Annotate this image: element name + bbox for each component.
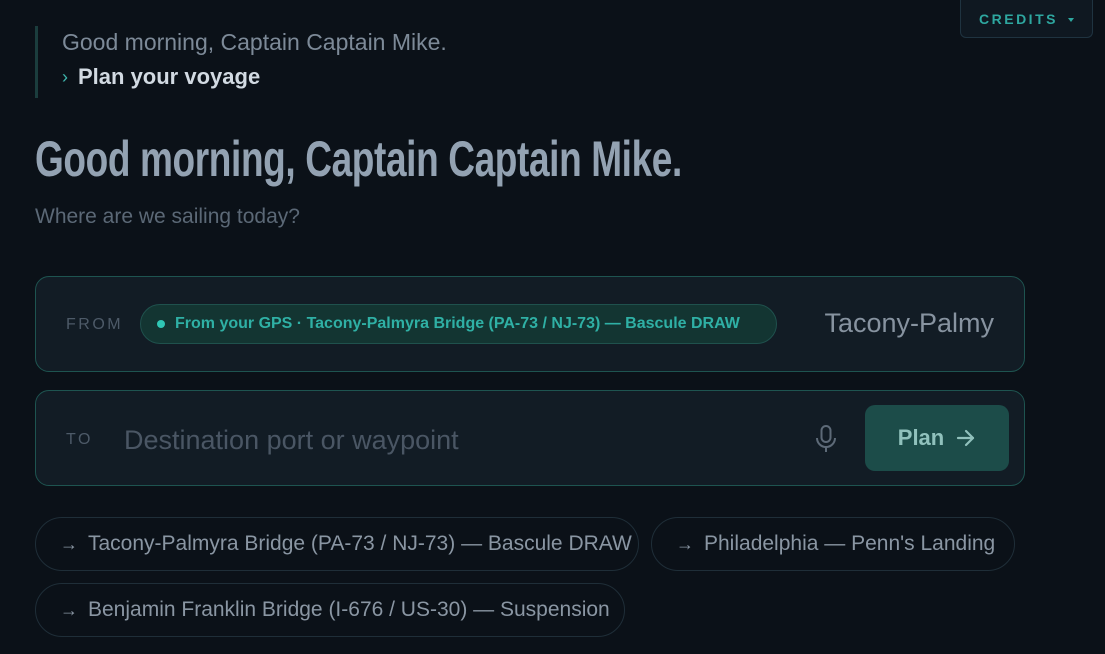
breadcrumb-current-label: Plan your voyage — [78, 64, 261, 89]
credits-label: CREDITS — [979, 10, 1058, 27]
arrow-right-icon: → — [676, 533, 694, 554]
breadcrumb-greeting: Good morning, Captain Captain Mike. — [62, 29, 447, 55]
to-field: TO Plan — [35, 390, 1025, 486]
arrow-right-icon: → — [60, 533, 78, 554]
gps-location-chip[interactable]: From your GPS · Tacony-Palmyra Bridge (P… — [140, 304, 777, 344]
to-label: TO — [66, 431, 93, 448]
destination-input[interactable] — [122, 417, 786, 463]
breadcrumb-current: › Plan your voyage — [62, 64, 447, 90]
from-value: Tacony-Palmy — [824, 308, 994, 338]
arrow-right-icon: → — [60, 599, 78, 620]
gps-chip-label: From your GPS · Tacony-Palmyra Bridge (P… — [175, 315, 740, 332]
page-subtitle: Where are we sailing today? — [35, 205, 300, 228]
microphone-icon[interactable] — [813, 424, 839, 454]
gps-dot-icon — [157, 320, 165, 328]
chevron-right-icon: › — [62, 66, 68, 87]
plan-button[interactable]: Plan — [865, 405, 1009, 471]
suggestion-chip[interactable]: → Benjamin Franklin Bridge (I-676 / US-3… — [35, 583, 625, 637]
page-title: Good morning, Captain Captain Mike. — [35, 131, 682, 187]
suggestion-chip[interactable]: → Tacony-Palmyra Bridge (PA-73 / NJ-73) … — [35, 517, 639, 571]
from-field[interactable]: FROM From your GPS · Tacony-Palmyra Brid… — [35, 276, 1025, 372]
suggestion-label: Philadelphia — Penn's Landing — [704, 532, 996, 555]
caret-down-icon — [1067, 17, 1074, 22]
suggestion-label: Benjamin Franklin Bridge (I-676 / US-30)… — [88, 598, 610, 621]
credits-dropdown[interactable]: CREDITS — [960, 0, 1093, 38]
plan-button-label: Plan — [897, 425, 945, 450]
suggestion-chip[interactable]: → Philadelphia — Penn's Landing — [651, 517, 1015, 571]
from-label: FROM — [66, 316, 124, 333]
suggestion-label: Tacony-Palmyra Bridge (PA-73 / NJ-73) — … — [88, 532, 632, 555]
arrow-right-icon — [957, 429, 975, 447]
breadcrumb: Good morning, Captain Captain Mike. › Pl… — [35, 26, 447, 98]
